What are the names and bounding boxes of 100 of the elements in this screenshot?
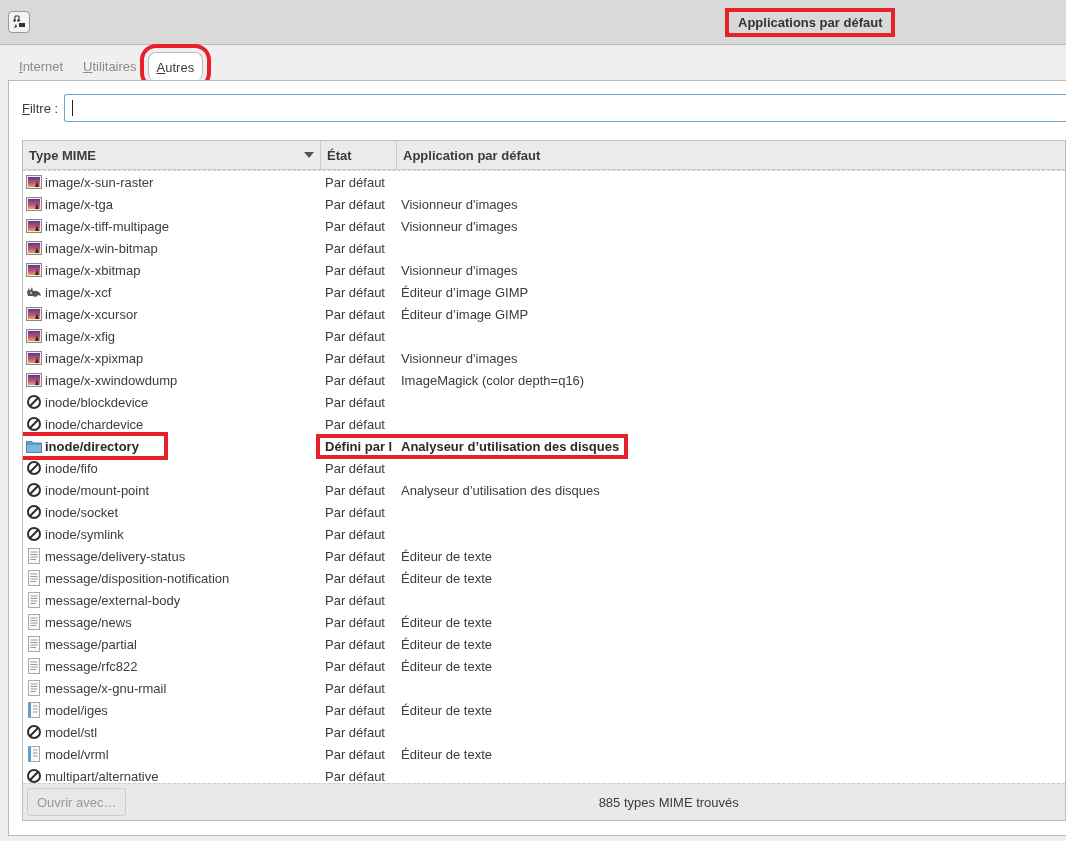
mime-type: image/x-xpixmap xyxy=(45,350,144,366)
state-text: Par défaut xyxy=(324,174,386,190)
image-icon xyxy=(26,218,42,234)
mime-type: message/rfc822 xyxy=(45,658,138,674)
document-icon xyxy=(26,636,42,652)
state-text: Par défaut xyxy=(324,724,386,740)
mime-type: inode/blockdevice xyxy=(45,394,149,410)
blocked-icon xyxy=(26,768,42,783)
document-icon xyxy=(26,680,42,696)
mime-type: inode/symlink xyxy=(45,526,124,542)
state-text: Par défaut xyxy=(324,526,386,542)
image-icon xyxy=(26,306,42,322)
mime-type: message/x-gnu-rmail xyxy=(45,680,167,696)
mime-type: inode/fifo xyxy=(45,460,98,476)
state-text: Par défaut xyxy=(324,636,386,652)
state-text: Par défaut xyxy=(324,658,386,674)
blocked-icon xyxy=(26,724,42,740)
mime-type: image/x-xcf xyxy=(45,284,112,300)
status-text: 885 types MIME trouvés xyxy=(597,794,740,810)
image-icon xyxy=(26,350,42,366)
mime-type: image/x-tiff-multipage xyxy=(45,218,170,234)
application-name: Éditeur d’image GIMP xyxy=(400,284,529,300)
notebook-icon xyxy=(26,746,42,762)
image-icon xyxy=(26,372,42,388)
application-name: Éditeur de texte xyxy=(400,570,493,586)
mime-type: image/x-win-bitmap xyxy=(45,240,158,256)
state-text: Par défaut xyxy=(324,548,386,564)
image-icon xyxy=(26,328,42,344)
mime-type: message/news xyxy=(45,614,132,630)
blocked-icon xyxy=(26,526,42,542)
mime-type: inode/socket xyxy=(45,504,118,520)
document-icon xyxy=(26,592,42,608)
mime-type: image/x-xcursor xyxy=(45,306,138,322)
mime-type: message/partial xyxy=(45,636,137,652)
mime-type: model/iges xyxy=(45,702,108,718)
state-text: Par défaut xyxy=(324,504,386,520)
mime-type: inode/chardevice xyxy=(45,416,144,432)
mime-type: image/x-xwindowdump xyxy=(45,372,178,388)
application-name: Éditeur de texte xyxy=(400,658,493,674)
window-title: Applications par défaut xyxy=(725,7,896,37)
column-header[interactable]: Type MIME xyxy=(23,141,321,169)
application-name: Éditeur de texte xyxy=(400,702,493,718)
image-icon xyxy=(26,262,42,278)
image-icon xyxy=(26,196,42,212)
application-name: Visionneur d'images xyxy=(400,196,518,212)
state-text: Par défaut xyxy=(324,350,386,366)
state-text: Par défaut xyxy=(324,592,386,608)
mime-type: image/x-sun-raster xyxy=(45,174,154,190)
mime-type: image/x-xfig xyxy=(45,328,116,344)
blocked-icon xyxy=(26,416,42,432)
state-text: Par défaut xyxy=(324,614,386,630)
application-name: Éditeur d’image GIMP xyxy=(400,306,529,322)
state-text: Par défaut xyxy=(324,306,386,322)
state-text: Défini par l xyxy=(324,438,394,454)
blocked-icon xyxy=(26,460,42,476)
state-text: Par défaut xyxy=(324,702,386,718)
mime-type: image/x-tga xyxy=(45,196,113,212)
mime-type: inode/directory xyxy=(45,438,139,454)
state-text: Par défaut xyxy=(324,746,386,762)
state-text: Par défaut xyxy=(324,196,386,212)
state-text: Par défaut xyxy=(324,416,386,432)
state-text: Par défaut xyxy=(324,680,386,696)
column-header[interactable]: État xyxy=(321,141,397,169)
application-name: Analyseur d’utilisation des disques xyxy=(400,482,600,498)
blocked-icon xyxy=(26,482,42,498)
filter-field[interactable] xyxy=(64,94,1066,122)
application-name: Visionneur d'images xyxy=(400,262,518,278)
filter-label: Filtre : xyxy=(22,100,59,116)
mime-type: message/delivery-status xyxy=(45,548,186,564)
state-text: Par défaut xyxy=(324,394,386,410)
mime-type: multipart/alternative xyxy=(45,768,159,783)
mime-type: message/external-body xyxy=(45,592,181,608)
document-icon xyxy=(26,658,42,674)
state-text: Par défaut xyxy=(324,768,386,783)
mime-type: message/disposition-notification xyxy=(45,570,230,586)
blocked-icon xyxy=(26,394,42,410)
application-name: Analyseur d’utilisation des disques xyxy=(400,438,620,454)
state-text: Par défaut xyxy=(324,218,386,234)
state-text: Par défaut xyxy=(324,240,386,256)
notebook-icon xyxy=(26,702,42,718)
image-icon xyxy=(26,240,42,256)
blocked-icon xyxy=(26,504,42,520)
mime-type: model/stl xyxy=(45,724,98,740)
image-icon xyxy=(26,174,42,190)
document-icon xyxy=(26,548,42,564)
application-name: Visionneur d'images xyxy=(400,218,518,234)
state-text: Par défaut xyxy=(324,372,386,388)
mime-type: inode/mount-point xyxy=(45,482,150,498)
application-name: Éditeur de texte xyxy=(400,614,493,630)
application-name: Éditeur de texte xyxy=(400,548,493,564)
column-header[interactable]: Application par défaut xyxy=(397,141,1065,169)
application-name: Visionneur d'images xyxy=(400,350,518,366)
mime-type: image/x-xbitmap xyxy=(45,262,141,278)
application-name: ImageMagick (color depth=q16) xyxy=(400,372,585,388)
state-text: Par défaut xyxy=(324,460,386,476)
folder-icon xyxy=(26,438,42,454)
state-text: Par défaut xyxy=(324,262,386,278)
document-icon xyxy=(26,614,42,630)
application-name: Éditeur de texte xyxy=(400,636,493,652)
document-icon xyxy=(26,570,42,586)
